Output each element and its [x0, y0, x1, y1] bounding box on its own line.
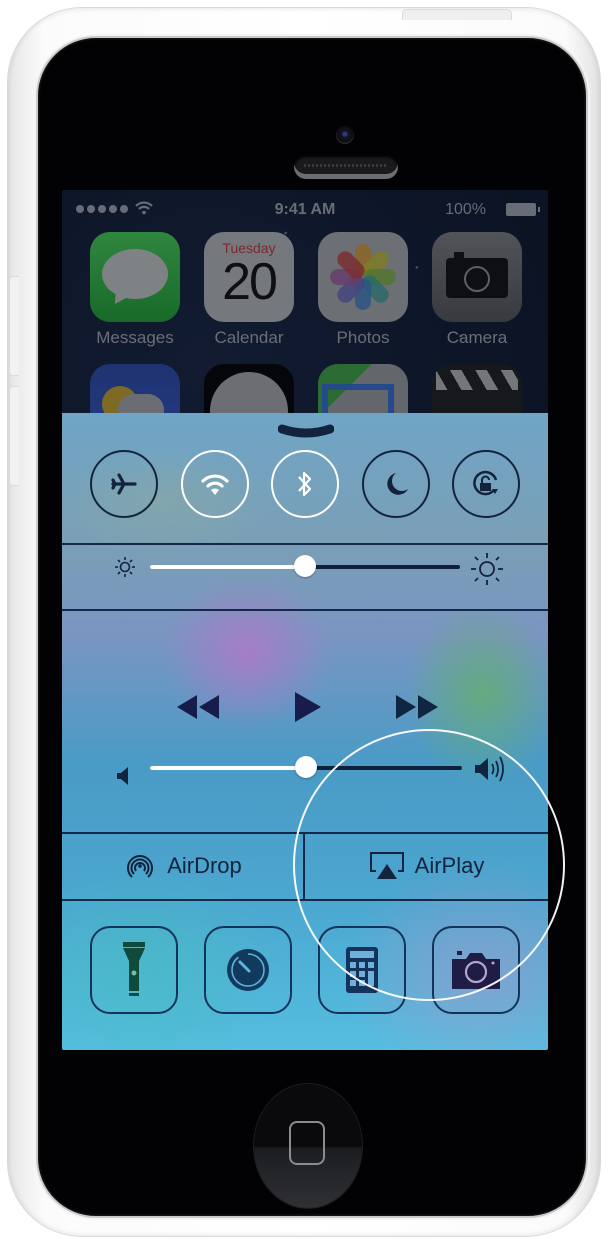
- airdrop-icon: [127, 855, 154, 878]
- airplane-mode-toggle[interactable]: [90, 450, 158, 518]
- volume-fill: [150, 766, 306, 770]
- volume-slider[interactable]: [150, 756, 462, 778]
- divider: [62, 899, 548, 901]
- bluetooth-icon: [298, 471, 312, 497]
- wifi-toggle[interactable]: [181, 450, 249, 518]
- home-button[interactable]: [254, 1084, 362, 1208]
- calculator-button[interactable]: [318, 926, 406, 1014]
- do-not-disturb-toggle[interactable]: [362, 450, 430, 518]
- flashlight-button[interactable]: [90, 926, 178, 1014]
- front-camera: [336, 126, 354, 144]
- timer-icon: [227, 949, 269, 991]
- fast-forward-icon[interactable]: [395, 693, 439, 721]
- home-square-icon: [289, 1121, 325, 1165]
- rotation-lock-icon: [473, 470, 498, 496]
- divider: [62, 543, 548, 545]
- timer-button[interactable]: [204, 926, 292, 1014]
- control-center: AirDrop AirPlay: [62, 413, 548, 1050]
- bluetooth-toggle[interactable]: [271, 450, 339, 518]
- rotation-lock-toggle[interactable]: [452, 450, 520, 518]
- volume-down-button[interactable]: [9, 386, 19, 486]
- camera-button[interactable]: [432, 926, 520, 1014]
- calculator-icon: [346, 947, 378, 993]
- screen: 9:41 AM 100% Messages Tuesday 20 Calenda…: [62, 190, 548, 1050]
- flashlight-icon: [123, 942, 145, 996]
- airplay-label: AirPlay: [414, 853, 485, 878]
- sleep-wake-button[interactable]: [402, 9, 512, 20]
- play-icon[interactable]: [294, 691, 322, 723]
- rewind-icon[interactable]: [176, 693, 220, 721]
- wifi-icon: [201, 474, 229, 495]
- moon-icon: [387, 473, 408, 495]
- brightness-thumb[interactable]: [294, 555, 316, 577]
- speaker-high-icon: [475, 756, 504, 782]
- camera-icon: [452, 951, 500, 989]
- brightness-slider[interactable]: [150, 555, 460, 577]
- brightness-fill: [150, 565, 305, 569]
- sun-large-icon: [471, 553, 503, 585]
- earpiece-speaker: [294, 155, 398, 179]
- airdrop-label: AirDrop: [167, 853, 242, 878]
- airplay-icon: [369, 852, 404, 879]
- toggle-row: [62, 450, 548, 520]
- volume-up-button[interactable]: [9, 276, 19, 376]
- sun-small-icon: [115, 557, 135, 577]
- speaker-low-icon: [117, 767, 128, 785]
- airplay-button[interactable]: AirPlay: [305, 834, 548, 898]
- volume-thumb[interactable]: [295, 756, 317, 778]
- airdrop-button[interactable]: AirDrop: [62, 834, 303, 898]
- chevron-down-grabber-icon[interactable]: [278, 423, 334, 443]
- divider: [62, 609, 548, 611]
- airplane-icon: [111, 473, 137, 495]
